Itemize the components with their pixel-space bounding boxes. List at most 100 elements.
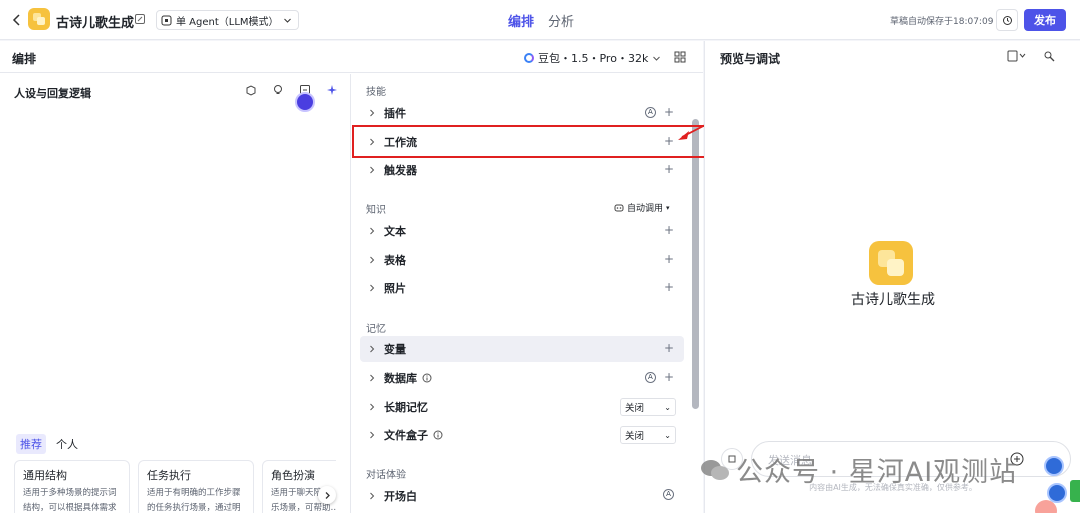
lightbulb-icon[interactable] <box>272 84 284 96</box>
robot-icon <box>614 203 624 213</box>
chevron-right-icon <box>368 284 376 292</box>
info-icon[interactable] <box>422 373 432 383</box>
floating-tab-icon[interactable] <box>1070 480 1080 502</box>
ai-sparkle-icon[interactable] <box>326 84 338 96</box>
persona-panel: 人设与回复逻辑 推荐 个人 通用结构 适用于多种场景的提示词结构，可以根据具体需… <box>0 74 351 513</box>
agent-mode-select[interactable]: 单 Agent（LLM模式） <box>156 10 299 30</box>
app-title: 古诗儿歌生成 <box>56 16 135 31</box>
preview-title: 预览与调试 <box>720 52 781 66</box>
cursor-indicator <box>295 92 315 112</box>
model-label: 豆包・1.5・Pro・32k <box>538 52 649 65</box>
skill-row-plugin[interactable]: 插件 A + <box>360 100 684 126</box>
agent-icon <box>161 15 172 26</box>
watermark: 公众号 · 星河AI观测站 <box>700 450 1017 489</box>
model-logo-icon <box>524 53 534 63</box>
auto-call-select[interactable]: 自动调用 ▾ <box>614 201 670 214</box>
memory-row-long-term[interactable]: 长期记忆 关闭 ⌄ <box>360 394 684 420</box>
file-box-select[interactable]: 关闭 ⌄ <box>620 426 676 444</box>
file-box-value: 关闭 <box>625 431 645 442</box>
back-arrow-icon[interactable] <box>10 13 24 27</box>
preview-pane: 预览与调试 古诗儿歌生成 发送消息 内容由AI生成，无法确保真实准确，仅供参考。 <box>704 41 1080 513</box>
template-card-title: 任务执行 <box>147 469 191 482</box>
memory-row-file-box[interactable]: 文件盒子 关闭 ⌄ <box>360 422 684 448</box>
publish-button[interactable]: 发布 <box>1024 9 1066 31</box>
add-plugin-icon[interactable]: + <box>664 106 674 118</box>
layout-grid-icon[interactable] <box>674 51 686 63</box>
auto-badge-icon[interactable]: A <box>644 106 656 118</box>
section-memory-label: 记忆 <box>366 324 386 335</box>
auto-call-label: 自动调用 <box>627 204 664 214</box>
chevron-down-icon: ⌄ <box>664 430 671 440</box>
view-mode-icon[interactable] <box>1007 50 1027 62</box>
chevron-right-icon <box>368 403 376 411</box>
editor-toolbar: 编排 豆包・1.5・Pro・32k <box>0 41 703 73</box>
memory-label: 变量 <box>384 343 406 356</box>
template-card[interactable]: 任务执行 适用于有明确的工作步骤的任务执行场景，通过明确每一步骤的工作要求… <box>138 460 254 513</box>
autosave-status: 草稿自动保存于18:07:09 <box>890 17 994 27</box>
knowledge-row-text[interactable]: 文本 + <box>360 218 684 244</box>
add-database-icon[interactable]: + <box>664 371 674 383</box>
auto-badge-icon[interactable]: A <box>644 371 656 383</box>
long-memory-select[interactable]: 关闭 ⌄ <box>620 398 676 416</box>
dialog-label: 开场白 <box>384 490 417 503</box>
tab-analysis[interactable]: 分析 <box>548 11 574 30</box>
floating-assistant-icon[interactable] <box>1044 456 1064 476</box>
section-knowledge-label: 知识 <box>366 205 386 216</box>
chevron-right-icon <box>368 166 376 174</box>
add-text-icon[interactable]: + <box>664 224 674 236</box>
chevron-right-icon <box>368 345 376 353</box>
chevron-right-icon <box>368 109 376 117</box>
section-skills-label: 技能 <box>366 87 386 98</box>
debug-icon[interactable] <box>1043 50 1055 62</box>
wechat-logo-icon <box>700 459 730 481</box>
memory-row-variable[interactable]: 变量 + <box>360 336 684 362</box>
agent-mode-label: 单 Agent（LLM模式） <box>176 16 279 28</box>
info-icon[interactable] <box>433 430 443 440</box>
chevron-down-icon <box>283 16 292 25</box>
history-button[interactable] <box>996 9 1018 31</box>
tab-personal[interactable]: 个人 <box>52 434 82 454</box>
chevron-right-icon <box>368 374 376 382</box>
chevron-right-icon <box>368 256 376 264</box>
tab-arrange[interactable]: 编排 <box>508 11 534 30</box>
add-variable-icon[interactable]: + <box>664 342 674 354</box>
editor-title: 编排 <box>12 52 37 66</box>
knowledge-row-photo[interactable]: 照片 + <box>360 275 684 301</box>
box-icon[interactable] <box>245 84 257 96</box>
next-cards-button[interactable] <box>318 486 336 504</box>
bot-avatar <box>869 241 913 285</box>
memory-label: 文件盒子 <box>384 429 428 442</box>
knowledge-row-table[interactable]: 表格 + <box>360 247 684 273</box>
template-card-title: 角色扮演 <box>271 469 315 482</box>
add-photo-icon[interactable]: + <box>664 281 674 293</box>
skill-label: 插件 <box>384 107 406 120</box>
skill-row-trigger[interactable]: 触发器 + <box>360 157 684 183</box>
section-dialog-label: 对话体验 <box>366 470 406 481</box>
knowledge-label: 文本 <box>384 225 406 238</box>
memory-row-database[interactable]: 数据库 A + <box>360 365 684 391</box>
template-tabs: 推荐 个人 <box>16 434 82 454</box>
knowledge-label: 表格 <box>384 254 406 267</box>
chevron-down-icon <box>652 54 661 63</box>
template-card[interactable]: 通用结构 适用于多种场景的提示词结构，可以根据具体需求增删对应模块 <box>14 460 130 513</box>
memory-label: 长期记忆 <box>384 401 428 414</box>
persona-title: 人设与回复逻辑 <box>14 87 91 100</box>
chevron-right-icon <box>323 491 332 500</box>
chevron-right-icon <box>368 431 376 439</box>
chevron-down-icon: ⌄ <box>664 402 671 412</box>
auto-badge-icon[interactable]: A <box>663 489 674 500</box>
edit-icon[interactable] <box>134 13 146 25</box>
add-table-icon[interactable]: + <box>664 253 674 265</box>
editor-pane: 编排 豆包・1.5・Pro・32k 人设与回复逻辑 推荐 个人 通用结构 适用于… <box>0 41 703 513</box>
template-card-desc: 适用于多种场景的提示词结构，可以根据具体需求增删对应模块 <box>23 488 117 513</box>
watermark-text: 公众号 · 星河AI观测站 <box>736 457 1018 488</box>
chevron-right-icon <box>368 492 376 500</box>
add-trigger-icon[interactable]: + <box>664 163 674 175</box>
template-cards: 通用结构 适用于多种场景的提示词结构，可以根据具体需求增删对应模块 任务执行 适… <box>14 460 336 513</box>
skills-scrollbar[interactable] <box>692 119 699 409</box>
model-select[interactable]: 豆包・1.5・Pro・32k <box>524 50 661 66</box>
skill-label: 触发器 <box>384 164 417 177</box>
highlight-box <box>352 125 707 158</box>
dialog-row-opening[interactable]: 开场白 A <box>360 483 684 509</box>
tab-recommended[interactable]: 推荐 <box>16 434 46 454</box>
